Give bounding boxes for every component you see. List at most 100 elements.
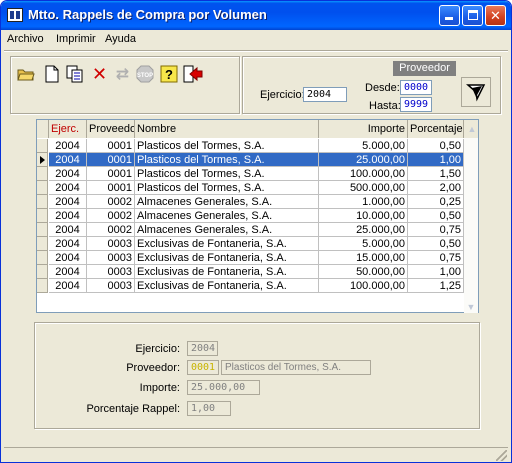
menu-imprimir[interactable]: Imprimir bbox=[56, 33, 96, 45]
table-row[interactable]: 2004 0002 Almacenes Generales, S.A. 10.000,… bbox=[37, 209, 478, 223]
cell-proveedor[interactable]: 0002 bbox=[87, 195, 135, 209]
table-row[interactable]: 2004 0001 Plasticos del Tormes, S.A. 5.000,… bbox=[37, 139, 478, 153]
menu-ayuda[interactable]: Ayuda bbox=[105, 33, 136, 45]
cell-ejercicio[interactable]: 2004 bbox=[49, 153, 87, 167]
cell-porcentaje[interactable]: 0,25 bbox=[408, 195, 464, 209]
cell-proveedor[interactable]: 0003 bbox=[87, 279, 135, 293]
column-header-nombre[interactable]: Nombre bbox=[135, 120, 319, 138]
cell-ejercicio[interactable]: 2004 bbox=[49, 195, 87, 209]
cell-porcentaje[interactable]: 0,50 bbox=[408, 139, 464, 153]
table-row[interactable]: 2004 0003 Exclusivas de Fontaneria, S.A. 15… bbox=[37, 251, 478, 265]
cell-porcentaje[interactable]: 1,25 bbox=[408, 279, 464, 293]
undo-button[interactable]: ⇄ bbox=[112, 64, 133, 84]
cell-ejercicio[interactable]: 2004 bbox=[49, 251, 87, 265]
cell-nombre[interactable]: Exclusivas de Fontaneria, S.A. bbox=[135, 251, 319, 265]
cell-proveedor[interactable]: 0001 bbox=[87, 181, 135, 195]
row-selector[interactable] bbox=[37, 251, 48, 265]
rappels-grid[interactable]: Ejerc. Proveedor Nombre Importe Porcenta… bbox=[36, 119, 479, 313]
scroll-up-arrow[interactable]: ▲ bbox=[464, 120, 478, 138]
cell-porcentaje[interactable]: 2,00 bbox=[408, 181, 464, 195]
cell-ejercicio[interactable]: 2004 bbox=[49, 279, 87, 293]
cell-ejercicio[interactable]: 2004 bbox=[49, 223, 87, 237]
delete-button[interactable]: ✕ bbox=[89, 64, 110, 84]
cell-nombre[interactable]: Plasticos del Tormes, S.A. bbox=[135, 139, 319, 153]
cell-proveedor[interactable]: 0003 bbox=[87, 265, 135, 279]
cell-nombre[interactable]: Almacenes Generales, S.A. bbox=[135, 209, 319, 223]
hasta-input[interactable]: 9999 bbox=[400, 97, 432, 112]
title-bar[interactable]: Mtto. Rappels de Compra por Volumen ✕ bbox=[1, 1, 511, 30]
cell-importe[interactable]: 15.000,00 bbox=[319, 251, 408, 265]
table-row[interactable]: 2004 0003 Exclusivas de Fontaneria, S.A. 10… bbox=[37, 279, 478, 293]
cell-porcentaje[interactable]: 0,50 bbox=[408, 237, 464, 251]
grid-vertical-scrollbar[interactable]: ▼ bbox=[464, 138, 478, 313]
cell-importe[interactable]: 100.000,00 bbox=[319, 167, 408, 181]
row-selector[interactable] bbox=[37, 209, 48, 223]
cell-porcentaje[interactable]: 1,00 bbox=[408, 153, 464, 167]
table-row[interactable]: 2004 0002 Almacenes Generales, S.A. 1.000,0… bbox=[37, 195, 478, 209]
cell-nombre[interactable]: Plasticos del Tormes, S.A. bbox=[135, 167, 319, 181]
current-row-indicator[interactable] bbox=[37, 153, 48, 167]
cell-ejercicio[interactable]: 2004 bbox=[49, 167, 87, 181]
new-button[interactable] bbox=[41, 64, 62, 84]
apply-filter-button[interactable] bbox=[461, 77, 491, 107]
stop-button[interactable]: STOP bbox=[134, 64, 155, 84]
cell-proveedor[interactable]: 0003 bbox=[87, 237, 135, 251]
cell-importe[interactable]: 5.000,00 bbox=[319, 139, 408, 153]
cell-nombre[interactable]: Exclusivas de Fontaneria, S.A. bbox=[135, 265, 319, 279]
table-row[interactable]: 2004 0003 Exclusivas de Fontaneria, S.A. 50… bbox=[37, 265, 478, 279]
cell-ejercicio[interactable]: 2004 bbox=[49, 237, 87, 251]
table-row[interactable]: 2004 0001 Plasticos del Tormes, S.A. 100.00… bbox=[37, 167, 478, 181]
cell-proveedor[interactable]: 0002 bbox=[87, 223, 135, 237]
column-header-ejercicio[interactable]: Ejerc. bbox=[49, 120, 87, 138]
cell-importe[interactable]: 25.000,00 bbox=[319, 223, 408, 237]
cell-porcentaje[interactable]: 0,75 bbox=[408, 223, 464, 237]
cell-importe[interactable]: 25.000,00 bbox=[319, 153, 408, 167]
cell-nombre[interactable]: Plasticos del Tormes, S.A. bbox=[135, 181, 319, 195]
cell-nombre[interactable]: Almacenes Generales, S.A. bbox=[135, 195, 319, 209]
cell-porcentaje[interactable]: 0,75 bbox=[408, 251, 464, 265]
table-row[interactable]: 2004 0003 Exclusivas de Fontaneria, S.A. 5.… bbox=[37, 237, 478, 251]
cell-nombre[interactable]: Exclusivas de Fontaneria, S.A. bbox=[135, 237, 319, 251]
cell-ejercicio[interactable]: 2004 bbox=[49, 265, 87, 279]
cell-ejercicio[interactable]: 2004 bbox=[49, 181, 87, 195]
row-selector[interactable] bbox=[37, 279, 48, 293]
table-row[interactable]: 2004 0001 Plasticos del Tormes, S.A. 25.000… bbox=[37, 153, 478, 167]
minimize-button[interactable] bbox=[439, 5, 460, 26]
column-header-proveedor[interactable]: Proveedor bbox=[87, 120, 135, 138]
cell-importe[interactable]: 50.000,00 bbox=[319, 265, 408, 279]
cell-ejercicio[interactable]: 2004 bbox=[49, 209, 87, 223]
close-button[interactable]: ✕ bbox=[485, 5, 506, 26]
cell-ejercicio[interactable]: 2004 bbox=[49, 139, 87, 153]
scroll-down-arrow[interactable]: ▼ bbox=[464, 301, 478, 313]
row-selector[interactable] bbox=[37, 265, 48, 279]
menu-archivo[interactable]: Archivo bbox=[7, 33, 44, 45]
copy-button[interactable] bbox=[64, 64, 85, 84]
cell-proveedor[interactable]: 0001 bbox=[87, 167, 135, 181]
cell-importe[interactable]: 10.000,00 bbox=[319, 209, 408, 223]
cell-importe[interactable]: 1.000,00 bbox=[319, 195, 408, 209]
cell-porcentaje[interactable]: 1,00 bbox=[408, 265, 464, 279]
cell-proveedor[interactable]: 0001 bbox=[87, 139, 135, 153]
row-selector[interactable] bbox=[37, 223, 48, 237]
detail-importe-field[interactable]: 25.000,00 bbox=[187, 380, 260, 395]
cell-nombre[interactable]: Plasticos del Tormes, S.A. bbox=[135, 153, 319, 167]
cell-importe[interactable]: 5.000,00 bbox=[319, 237, 408, 251]
cell-proveedor[interactable]: 0003 bbox=[87, 251, 135, 265]
table-row[interactable]: 2004 0001 Plasticos del Tormes, S.A. 500.00… bbox=[37, 181, 478, 195]
cell-proveedor[interactable]: 0001 bbox=[87, 153, 135, 167]
maximize-button[interactable] bbox=[462, 5, 483, 26]
resize-grip-icon[interactable] bbox=[496, 450, 507, 461]
cell-proveedor[interactable]: 0002 bbox=[87, 209, 135, 223]
row-selector[interactable] bbox=[37, 139, 48, 153]
row-selector[interactable] bbox=[37, 237, 48, 251]
cell-porcentaje[interactable]: 1,50 bbox=[408, 167, 464, 181]
row-selector[interactable] bbox=[37, 181, 48, 195]
cell-porcentaje[interactable]: 0,50 bbox=[408, 209, 464, 223]
cell-nombre[interactable]: Almacenes Generales, S.A. bbox=[135, 223, 319, 237]
ejercicio-filter-input[interactable]: 2004 bbox=[303, 87, 347, 102]
open-folder-button[interactable] bbox=[15, 64, 36, 84]
exit-button[interactable] bbox=[182, 64, 203, 84]
detail-ejercicio-field[interactable]: 2004 bbox=[187, 341, 218, 356]
column-header-importe[interactable]: Importe bbox=[319, 120, 408, 138]
cell-importe[interactable]: 100.000,00 bbox=[319, 279, 408, 293]
